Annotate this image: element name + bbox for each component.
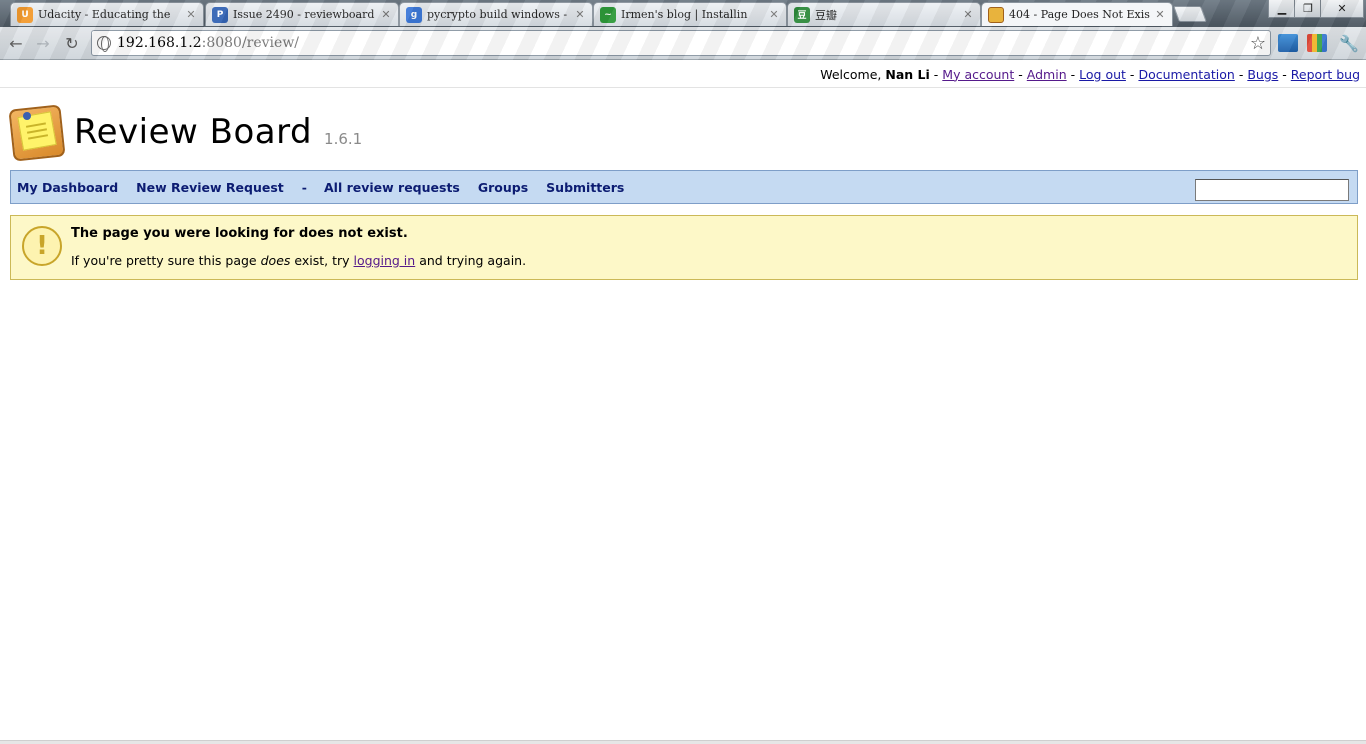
warning-icon: ! xyxy=(22,226,62,266)
new-tab-button[interactable] xyxy=(1173,6,1207,22)
search-input[interactable] xyxy=(1195,179,1349,201)
close-icon[interactable]: ✕ xyxy=(380,8,392,21)
udacity-icon: U xyxy=(17,6,33,23)
close-icon[interactable]: ✕ xyxy=(574,8,586,21)
browser-tab[interactable]: U Udacity - Educating the ✕ xyxy=(10,2,204,26)
tab-strip: U Udacity - Educating the ✕ P Issue 2490… xyxy=(0,0,1270,26)
google-icon: g xyxy=(406,6,422,23)
documentation-link[interactable]: Documentation xyxy=(1138,67,1234,82)
log-out-link[interactable]: Log out xyxy=(1079,67,1126,82)
bugs-link[interactable]: Bugs xyxy=(1247,67,1278,82)
error-box: ! The page you were looking for does not… xyxy=(10,215,1358,280)
my-account-link[interactable]: My account xyxy=(942,67,1014,82)
close-window-icon[interactable]: ✕ xyxy=(1320,0,1364,18)
window-bottom-edge xyxy=(0,740,1366,744)
nav-groups[interactable]: Groups xyxy=(478,180,528,195)
review-board-logo-icon[interactable] xyxy=(8,104,66,162)
nav-new-review-request[interactable]: New Review Request xyxy=(136,180,284,195)
nav-separator: - xyxy=(301,179,307,195)
tab-title: pycrypto build windows - xyxy=(427,8,568,21)
extension-icon[interactable] xyxy=(1278,34,1298,52)
project-icon: P xyxy=(212,6,228,23)
forward-arrow-icon[interactable]: → xyxy=(32,33,54,53)
globe-icon xyxy=(97,36,111,52)
reload-icon[interactable]: ↻ xyxy=(61,33,83,53)
version-label: 1.6.1 xyxy=(324,130,363,148)
browser-toolbar: ← → ↻ 192.168.1.2:8080/review/ ☆ 🔧 xyxy=(0,27,1366,60)
error-title: The page you were looking for does not e… xyxy=(71,226,408,241)
back-arrow-icon[interactable]: ← xyxy=(5,33,27,53)
browser-tab[interactable]: g pycrypto build windows - ✕ xyxy=(399,2,593,26)
chart-extension-icon[interactable] xyxy=(1307,34,1327,52)
site-title[interactable]: Review Board xyxy=(74,112,312,152)
bookmark-star-icon[interactable]: ☆ xyxy=(1250,33,1266,54)
close-icon[interactable]: ✕ xyxy=(185,8,197,21)
admin-link[interactable]: Admin xyxy=(1027,67,1067,82)
site-header: Review Board 1.6.1 xyxy=(8,100,363,162)
tab-title: Udacity - Educating the xyxy=(38,8,171,21)
tab-title: 豆瓣 xyxy=(815,8,837,22)
nav-submitters[interactable]: Submitters xyxy=(546,180,624,195)
logging-in-link[interactable]: logging in xyxy=(354,253,416,268)
browser-tab[interactable]: 豆 豆瓣 ✕ xyxy=(787,2,981,26)
close-icon[interactable]: ✕ xyxy=(962,8,974,21)
welcome-text: Welcome, xyxy=(820,66,882,82)
wrench-icon[interactable]: 🔧 xyxy=(1338,33,1360,53)
browser-tab[interactable]: P Issue 2490 - reviewboard ✕ xyxy=(205,2,399,26)
tab-title: 404 - Page Does Not Exis xyxy=(1009,8,1150,21)
nav-all-review-requests[interactable]: All review requests xyxy=(324,180,460,195)
main-navbar: My Dashboard New Review Request - All re… xyxy=(10,170,1358,204)
close-icon[interactable]: ✕ xyxy=(1154,8,1166,21)
close-icon[interactable]: ✕ xyxy=(768,8,780,21)
report-bug-link[interactable]: Report bug xyxy=(1291,67,1360,82)
blog-icon: ~ xyxy=(600,6,616,23)
tab-title: Issue 2490 - reviewboard xyxy=(233,8,375,21)
minimize-icon[interactable]: ▁ xyxy=(1268,0,1296,18)
address-bar[interactable]: 192.168.1.2:8080/review/ ☆ xyxy=(91,30,1271,56)
error-text: If you're pretty sure this page does exi… xyxy=(71,253,527,268)
username: Nan Li xyxy=(885,66,930,82)
reviewboard-icon xyxy=(988,6,1004,23)
tab-title: Irmen's blog | Installin xyxy=(621,8,748,21)
browser-tab-active[interactable]: 404 - Page Does Not Exis ✕ xyxy=(981,2,1173,26)
browser-tab[interactable]: ~ Irmen's blog | Installin ✕ xyxy=(593,2,787,26)
browser-chrome: U Udacity - Educating the ✕ P Issue 2490… xyxy=(0,0,1366,60)
account-bar: Welcome, Nan Li - My account - Admin - L… xyxy=(0,61,1366,88)
address-host: 192.168.1.2 xyxy=(117,35,202,51)
douban-icon: 豆 xyxy=(794,6,810,23)
address-path: :8080/review/ xyxy=(201,35,300,51)
nav-my-dashboard[interactable]: My Dashboard xyxy=(17,180,118,195)
restore-icon[interactable]: ❐ xyxy=(1294,0,1322,18)
